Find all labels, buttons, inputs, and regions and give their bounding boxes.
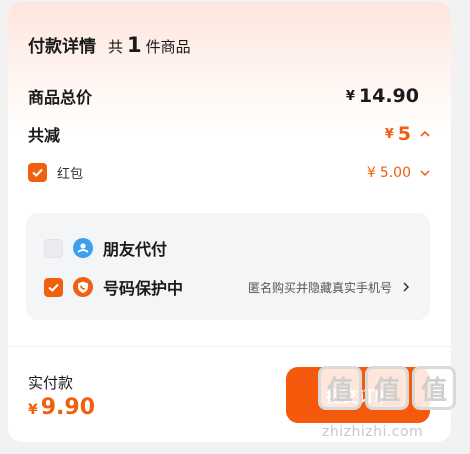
watermark-glyph: 值 bbox=[412, 366, 456, 410]
pay-amount: ¥ 9.90 bbox=[28, 395, 95, 420]
discount-amount: 5 bbox=[397, 123, 411, 145]
item-count-suffix: 件商品 bbox=[145, 38, 191, 56]
total-price: ¥ 14.90 bbox=[346, 85, 419, 107]
number-protect-hint[interactable]: 匿名购买并隐藏真实手机号 bbox=[248, 279, 392, 296]
pay-value: 9.90 bbox=[40, 395, 96, 420]
chevron-down-icon[interactable] bbox=[419, 167, 431, 179]
number-protect-row[interactable]: 号码保护中 匿名购买并隐藏真实手机号 bbox=[44, 275, 412, 299]
number-protect-checkbox[interactable] bbox=[44, 277, 63, 297]
checkmark-icon bbox=[48, 283, 59, 292]
chevron-right-icon[interactable] bbox=[400, 281, 412, 293]
total-currency: ¥ bbox=[345, 88, 355, 104]
friend-pay-label: 朋友代付 bbox=[103, 240, 168, 259]
watermark-glyph: 值 bbox=[365, 366, 409, 410]
number-protect-label: 号码保护中 bbox=[103, 279, 184, 298]
discount-row[interactable]: 共减 ¥ 5 bbox=[28, 122, 431, 146]
red-packet-checkbox[interactable] bbox=[28, 163, 47, 182]
friend-pay-row[interactable]: 朋友代付 bbox=[44, 236, 412, 260]
number-protect-icon bbox=[73, 277, 93, 297]
total-amount: 14.90 bbox=[358, 85, 419, 107]
friend-pay-icon bbox=[73, 238, 93, 258]
red-packet-label: 红包 bbox=[57, 167, 84, 182]
watermark-domain: zhizhizhi.com bbox=[322, 424, 424, 440]
red-packet-amount: 5.00 bbox=[379, 164, 411, 181]
chevron-up-icon[interactable] bbox=[419, 128, 431, 140]
discount-currency: ¥ bbox=[384, 126, 394, 142]
red-packet-price: ¥ 5.00 bbox=[367, 165, 431, 181]
payment-header: 付款详情 共 1 件商品 bbox=[28, 32, 191, 57]
footer-divider bbox=[8, 346, 451, 347]
page-title: 付款详情 bbox=[28, 37, 96, 57]
item-count: 共 1 件商品 bbox=[108, 33, 191, 57]
watermark-glyph: 值 bbox=[318, 366, 362, 410]
pay-currency: ¥ bbox=[28, 402, 38, 418]
checkmark-icon bbox=[32, 168, 43, 177]
total-price-row: 商品总价 ¥ 14.90 bbox=[28, 84, 431, 108]
friend-pay-checkbox[interactable] bbox=[44, 238, 63, 258]
total-price-label: 商品总价 bbox=[28, 88, 93, 107]
item-count-number: 1 bbox=[127, 33, 142, 57]
watermark-logo: 值 值 值 bbox=[318, 366, 456, 410]
services-panel: 朋友代付 号码保护中 匿名购买并隐藏真实手机号 bbox=[26, 213, 430, 320]
pay-label: 实付款 bbox=[28, 374, 74, 392]
discount-label: 共减 bbox=[28, 126, 61, 145]
red-packet-currency: ¥ bbox=[366, 164, 376, 181]
item-count-prefix: 共 bbox=[108, 38, 124, 56]
discount-total: ¥ 5 bbox=[385, 123, 431, 145]
red-packet-row[interactable]: 红包 ¥ 5.00 bbox=[28, 163, 431, 182]
